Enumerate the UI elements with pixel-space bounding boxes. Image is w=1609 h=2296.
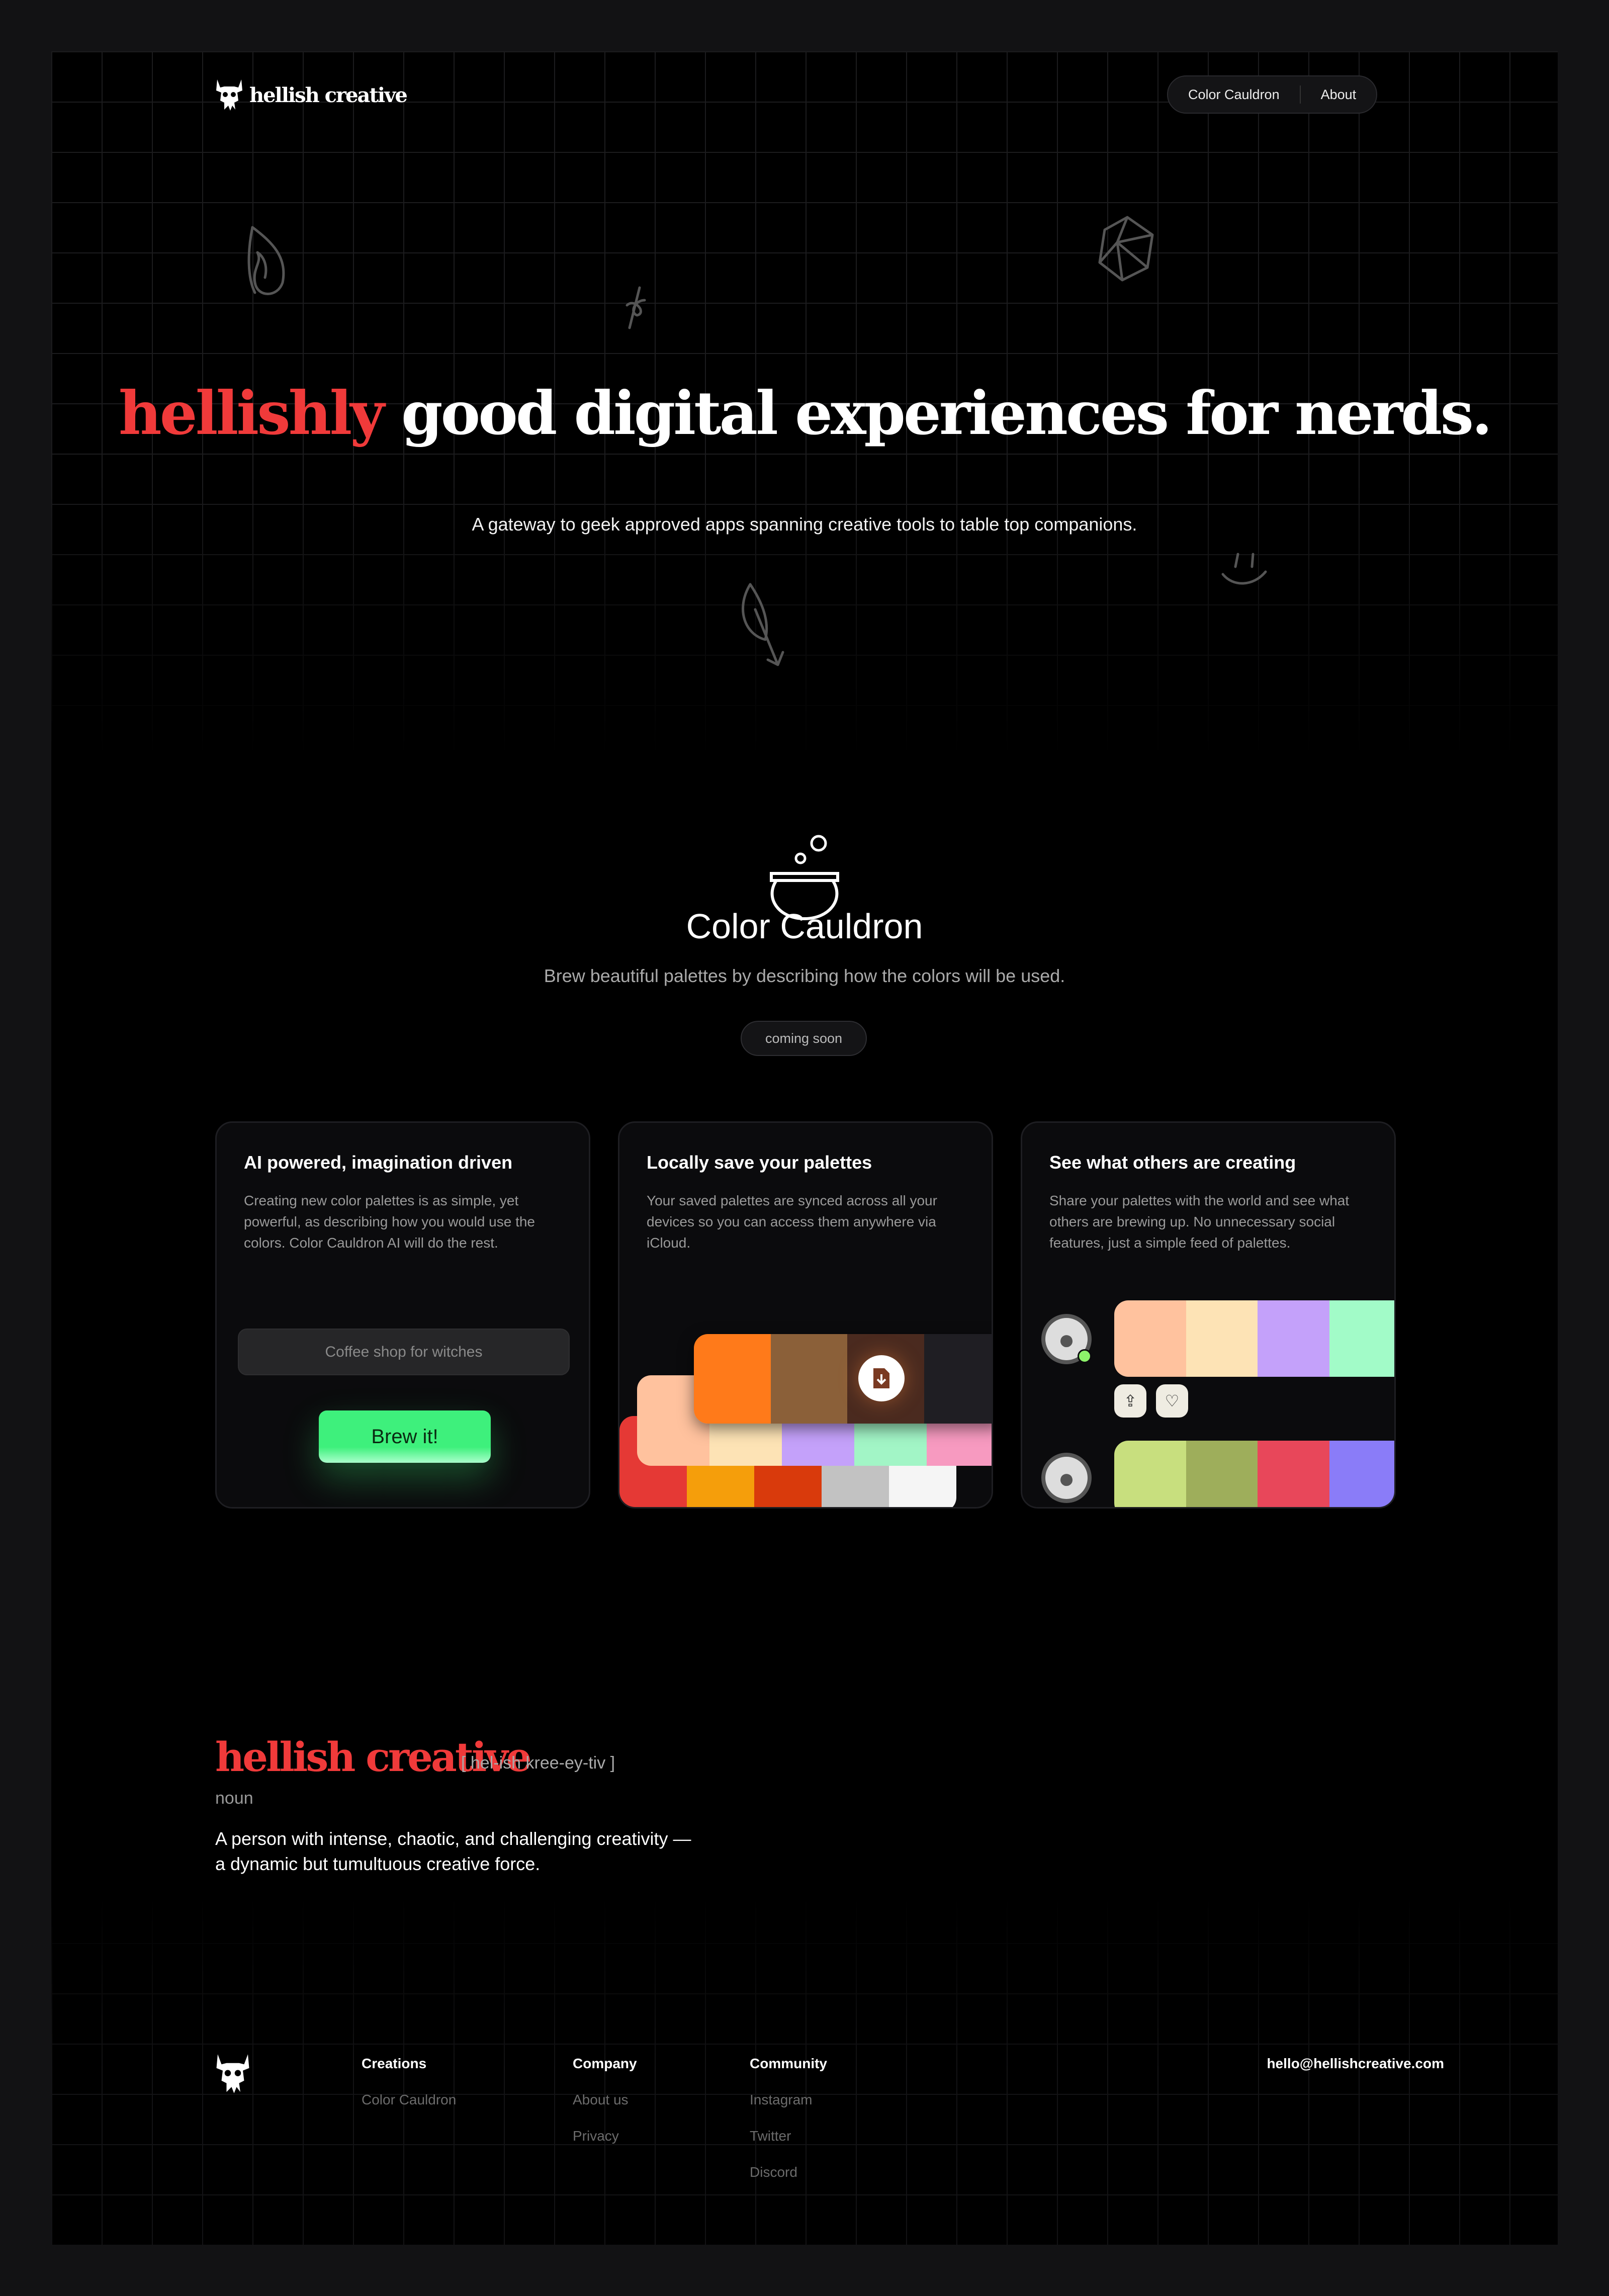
definition-line: a dynamic but tumultuous creative force. — [215, 1853, 541, 1874]
brand-name: hellish creative — [249, 83, 408, 107]
palette-prompt-input[interactable]: Coffee shop for witches — [238, 1329, 570, 1375]
card-description: Your saved palettes are synced across al… — [647, 1193, 937, 1251]
footer-link-instagram[interactable]: Instagram — [750, 2092, 827, 2108]
hero-title-accent: hellishly — [118, 378, 385, 448]
color-swatch — [1114, 1441, 1186, 1507]
shared-palette[interactable] — [1114, 1300, 1394, 1377]
footer-link-color-cauldron[interactable]: Color Cauldron — [362, 2092, 456, 2108]
product-subtitle: Brew beautiful palettes by describing ho… — [544, 965, 1065, 986]
footer-column-community: Community Instagram Twitter Discord — [750, 2056, 827, 2200]
footer-column-creations: Creations Color Cauldron — [362, 2056, 456, 2128]
page: hellish creative Color Cauldron About he… — [51, 51, 1558, 2245]
color-swatch — [1114, 1300, 1186, 1377]
color-swatch — [1258, 1300, 1329, 1377]
smiley-doodle-icon — [1221, 553, 1267, 585]
contact-email-link[interactable]: hello@hellishcreative.com — [1267, 2056, 1444, 2072]
hero-subtitle: A gateway to geek approved apps spanning… — [472, 514, 1137, 535]
hero-title-rest: good digital experiences for nerds. — [401, 378, 1492, 448]
coming-soon-badge: coming soon — [741, 1021, 867, 1056]
sparkle-doodle-icon — [625, 286, 646, 329]
footer-link-privacy[interactable]: Privacy — [573, 2128, 637, 2144]
share-icon: ⇪ — [1123, 1392, 1137, 1410]
card-title: Locally save your palettes — [647, 1152, 872, 1173]
save-palette-button[interactable] — [858, 1355, 905, 1401]
footer-column-company: Company About us Privacy — [573, 2056, 637, 2164]
product-title: Color Cauldron — [686, 907, 923, 946]
main-nav: Color Cauldron About — [1167, 75, 1378, 114]
flame-doodle-icon — [247, 226, 285, 295]
color-swatch — [694, 1334, 771, 1424]
footer-column-title: Creations — [362, 2056, 427, 2071]
color-swatch — [1186, 1300, 1258, 1377]
file-download-icon — [873, 1368, 889, 1388]
nav-divider — [1299, 85, 1301, 104]
card-title: AI powered, imagination driven — [244, 1152, 513, 1173]
palette-swatch-front — [694, 1334, 992, 1424]
shared-palette[interactable] — [1114, 1441, 1394, 1507]
feature-card-community: See what others are creating Share your … — [1021, 1121, 1396, 1509]
card-description: Creating new color palettes is as simple… — [244, 1193, 535, 1251]
d20-dice-doodle-icon — [1098, 216, 1154, 282]
online-status-dot — [1078, 1349, 1092, 1363]
color-swatch — [1329, 1300, 1394, 1377]
definition-pronunciation: [ hel-ish kree-ey-tiv ] — [461, 1753, 615, 1773]
definition-part-of-speech: noun — [215, 1789, 253, 1808]
color-swatch — [770, 1334, 847, 1424]
footer-link-about-us[interactable]: About us — [573, 2092, 637, 2108]
footer-logo-icon[interactable] — [215, 2053, 250, 2095]
feature-card-ai: AI powered, imagination driven Creating … — [215, 1121, 590, 1509]
nav-about[interactable]: About — [1321, 87, 1357, 103]
color-swatch — [1329, 1441, 1394, 1507]
user-avatar[interactable]: ● — [1041, 1453, 1092, 1503]
footer-link-twitter[interactable]: Twitter — [750, 2128, 827, 2144]
nav-color-cauldron[interactable]: Color Cauldron — [1188, 87, 1280, 103]
definition-line: A person with intense, chaotic, and chal… — [215, 1828, 691, 1849]
definition-meaning: A person with intense, chaotic, and chal… — [215, 1826, 819, 1877]
color-swatch — [1186, 1441, 1258, 1507]
footer-link-discord[interactable]: Discord — [750, 2164, 827, 2180]
card-description: Share your palettes with the world and s… — [1049, 1193, 1350, 1251]
footer-column-title: Community — [750, 2056, 827, 2071]
feature-card-save: Locally save your palettes Your saved pa… — [618, 1121, 993, 1509]
color-swatch — [924, 1334, 992, 1424]
heart-icon: ♡ — [1165, 1392, 1180, 1410]
share-button[interactable]: ⇪ — [1114, 1384, 1146, 1418]
hero-title: hellishly good digital experiences for n… — [51, 378, 1558, 448]
footer-column-title: Company — [573, 2056, 637, 2071]
brew-button[interactable]: Brew it! — [319, 1410, 491, 1463]
leaf-arrow-doodle-icon — [742, 583, 784, 666]
home-logo-link[interactable]: hellish creative — [215, 78, 408, 112]
card-title: See what others are creating — [1049, 1152, 1296, 1173]
like-button[interactable]: ♡ — [1156, 1384, 1188, 1418]
color-swatch — [1258, 1441, 1329, 1507]
skull-horns-icon — [216, 79, 242, 111]
